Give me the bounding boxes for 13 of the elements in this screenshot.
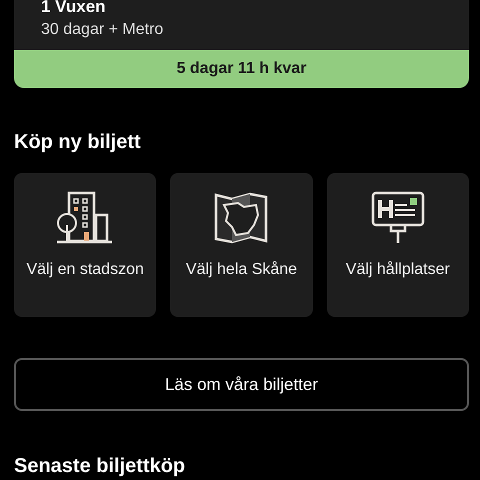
ticket-product: 30 dagar + Metro	[41, 20, 164, 40]
city-buildings-icon	[56, 191, 114, 245]
ticket-option-tile[interactable]: Välj hela Skåne	[170, 173, 313, 317]
ticket-card[interactable]: 1 Vuxen 30 dagar + Metro 5 dagar 11 h kvar	[14, 0, 469, 88]
stop-sign-icon	[370, 191, 425, 245]
ticket-option-tile[interactable]: Välj en stadszon	[14, 173, 156, 317]
time-remaining-bar: 5 dagar 11 h kvar	[14, 50, 469, 88]
map-icon	[214, 191, 268, 245]
section-heading: Senaste biljettköp	[14, 454, 186, 479]
traveller-count: 1 Vuxen	[41, 0, 107, 18]
ticket-option-tile[interactable]: Välj hållplatser	[326, 173, 469, 317]
section-heading: Köp ny biljett	[14, 130, 142, 155]
read-about-tickets-button[interactable]: Läs om våra biljetter	[14, 358, 469, 411]
